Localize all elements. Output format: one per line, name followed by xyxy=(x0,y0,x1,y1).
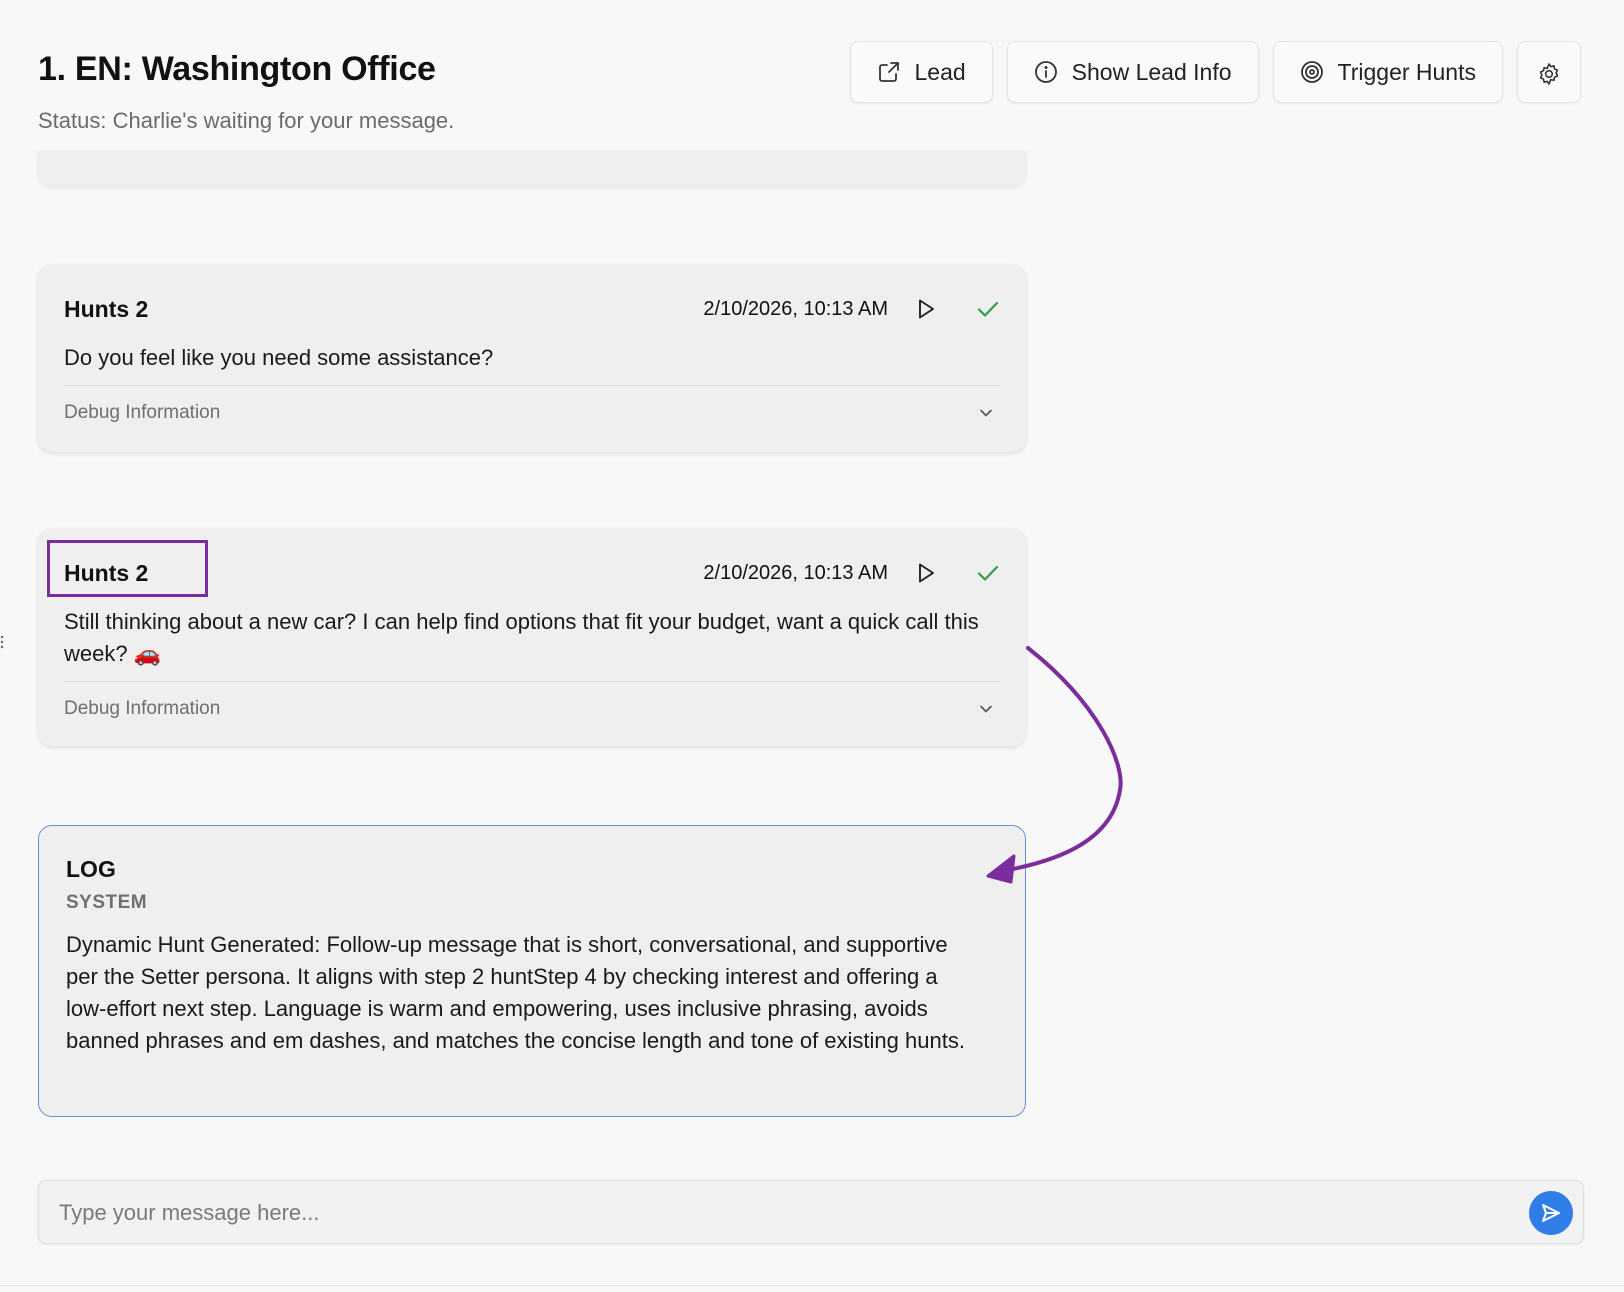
check-icon xyxy=(976,297,1000,321)
message-text: Still thinking about a new car? I can he… xyxy=(64,609,979,666)
annotation-highlight-box xyxy=(47,540,208,597)
message-title: Hunts 2 xyxy=(64,295,149,322)
trigger-hunts-button[interactable]: Trigger Hunts xyxy=(1272,41,1503,103)
log-card: LOG SYSTEM Dynamic Hunt Generated: Follo… xyxy=(38,825,1026,1117)
gear-icon xyxy=(1537,60,1561,85)
trigger-hunts-label: Trigger Hunts xyxy=(1337,58,1476,85)
log-text: Dynamic Hunt Generated: Follow-up messag… xyxy=(66,932,965,1053)
chevron-down-icon xyxy=(976,699,996,719)
external-link-icon xyxy=(877,60,901,84)
divider xyxy=(64,681,1000,682)
divider xyxy=(0,1285,1624,1286)
message-header: Hunts 2 2/10/2026, 10:13 AM xyxy=(64,292,1000,326)
log-title: LOG xyxy=(66,856,116,882)
toolbar: Lead Show Lead Info Trigger Hunts xyxy=(849,41,1581,103)
lead-button[interactable]: Lead xyxy=(849,41,993,103)
send-button[interactable] xyxy=(1529,1191,1573,1235)
message-timestamp: 2/10/2026, 10:13 AM xyxy=(703,561,888,584)
log-source: SYSTEM xyxy=(66,892,148,913)
play-icon[interactable] xyxy=(914,561,938,585)
play-icon[interactable] xyxy=(914,297,938,321)
show-lead-info-label: Show Lead Info xyxy=(1071,58,1232,85)
settings-button[interactable] xyxy=(1517,41,1581,103)
resize-handle-icon[interactable] xyxy=(0,634,4,650)
debug-information-label: Debug Information xyxy=(64,402,221,423)
debug-information-label: Debug Information xyxy=(64,698,221,719)
message-card: Hunts 2 2/10/2026, 10:13 AM Do you feel … xyxy=(38,264,1026,452)
send-icon xyxy=(1539,1201,1563,1225)
status-text: Status: Charlie's waiting for your messa… xyxy=(38,108,455,133)
message-input[interactable] xyxy=(57,1189,1481,1237)
message-composer xyxy=(38,1180,1584,1244)
show-lead-info-button[interactable]: Show Lead Info xyxy=(1006,41,1259,103)
lead-button-label: Lead xyxy=(914,58,966,85)
previous-message-card xyxy=(38,150,1026,186)
debug-information-toggle[interactable]: Debug Information xyxy=(64,398,1000,428)
chevron-down-icon xyxy=(976,403,996,423)
page-title: 1. EN: Washington Office xyxy=(38,50,436,88)
target-icon xyxy=(1300,60,1324,84)
debug-information-toggle[interactable]: Debug Information xyxy=(64,694,1000,724)
message-text: Do you feel like you need some assistanc… xyxy=(64,345,494,370)
message-timestamp: 2/10/2026, 10:13 AM xyxy=(703,297,888,320)
divider xyxy=(64,385,1000,386)
check-icon xyxy=(976,561,1000,585)
info-icon xyxy=(1034,60,1058,84)
